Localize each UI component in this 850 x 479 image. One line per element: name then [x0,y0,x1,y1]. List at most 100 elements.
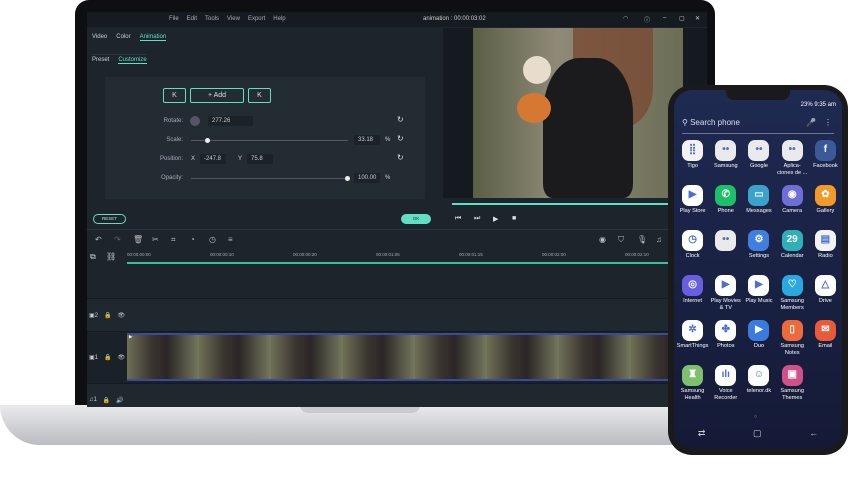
menu-export[interactable]: Export [248,16,265,22]
timeline-ruler[interactable]: 00:00:00:00 00:00:00:10 00:00:00:20 00:0… [127,250,707,264]
app-icon-email[interactable]: ✉ Email [809,320,842,357]
app-icon-duo[interactable]: ▶ Duo [742,320,775,357]
menu-tools[interactable]: Tools [205,16,219,22]
next-frame-icon[interactable]: ⏭ [474,215,480,223]
app-icon-facebook[interactable]: f Facebook [809,140,842,177]
play-icon[interactable]: ▶ [493,215,498,223]
opacity-input[interactable]: 100.00 [354,173,380,183]
minimize-icon[interactable]: – [663,15,666,21]
tab-color[interactable]: Color [116,34,130,41]
app-icon-smartthings[interactable]: ✲ SmartThings [676,320,709,357]
prev-keyframe-button[interactable]: K [163,88,186,103]
app-icon-google[interactable]: •• Google [742,140,775,177]
adjust-icon[interactable]: ≡ [228,235,233,244]
video-clip[interactable] [127,333,707,381]
app-icon-internet[interactable]: ◎ Internet [676,275,709,312]
back-button[interactable]: ← [809,428,818,439]
app-icon-samsung[interactable]: •• Samsung [709,140,742,177]
app-icon-play-store[interactable]: ▶ Play Store [676,185,709,222]
headset-icon[interactable]: ◠ [623,15,628,22]
undo-icon[interactable]: ↶ [95,235,102,244]
app-icon-samsung-notes[interactable]: ▯ Samsung Notes [776,320,809,357]
egg-sticker-orange [517,93,551,123]
next-keyframe-button[interactable]: K [248,88,271,103]
maximize-icon[interactable]: ▢ [679,15,685,22]
eye-icon[interactable]: 👁 [118,354,126,361]
opacity-slider[interactable] [191,176,350,181]
app-icon-messages[interactable]: ▭ Messages [742,185,775,222]
reset-position-icon[interactable]: ↻ [397,153,404,162]
search-phone-bar[interactable]: ⚲ Search phone 🎤 ⋮ [682,118,834,134]
position-x-input[interactable]: -247.8 [200,154,226,164]
delete-icon[interactable]: 🗑 [133,235,143,244]
mic-icon[interactable]: 🎤 [806,118,816,127]
lock-icon[interactable]: 🔒 [104,354,111,361]
app-icon-radio[interactable]: ▤ Radio [809,230,842,267]
tab-animation[interactable]: Animation [139,34,167,41]
app-icon-play-movies-tv[interactable]: ▶ Play Movies & TV [709,275,742,312]
crop-icon[interactable]: ⌗ [171,235,176,245]
render-icon[interactable]: ◉ [599,235,606,244]
opacity-slider-knob[interactable] [345,176,350,181]
reset-rotate-icon[interactable]: ↻ [397,115,404,124]
app-icon-samsung-themes[interactable]: ▣ Samsung Themes [776,365,809,402]
cut-icon[interactable]: ✂ [152,235,159,244]
speed-icon[interactable]: ◷ [209,235,216,244]
recent-apps-button[interactable]: ⇄ [698,428,706,439]
reset-scale-icon[interactable]: ↻ [397,134,404,143]
app-icon-photos[interactable]: ✤ Photos [709,320,742,357]
app-icon-samsung-members[interactable]: ♡ Samsung Members [776,275,809,312]
app-icon-play-music[interactable]: ▶ Play Music [742,275,775,312]
more-options-icon[interactable]: ⋮ [824,118,832,127]
color-icon[interactable]: ◔ [190,235,195,244]
stop-icon[interactable]: ■ [512,215,516,222]
volume-icon[interactable]: 🔊 [116,397,123,404]
lock-icon[interactable]: 🔒 [103,397,110,404]
tab-customize[interactable]: Customize [118,57,147,64]
app-label: Samsung Themes [780,388,805,401]
app-icon-folder[interactable]: •• [709,230,742,267]
info-icon[interactable]: ⓘ [644,15,650,24]
app-icon-drive[interactable]: △ Drive [809,275,842,312]
link-icon[interactable]: ⛓ [106,252,116,261]
reset-button[interactable]: RESET [93,214,126,224]
app-label: Gallery [816,208,835,214]
app-icon-telenor-dk[interactable]: ☺ telenor.dk [742,365,775,402]
app-icon-settings[interactable]: ⚙ Settings [742,230,775,267]
app-icon-tigo[interactable]: ⣿ Tigo [676,140,709,177]
home-button[interactable]: ▢ [753,428,762,439]
app-icon-camera[interactable]: ◉ Camera [776,185,809,222]
close-icon[interactable]: ✕ [695,15,700,22]
preview-seekbar[interactable] [452,203,702,205]
add-track-icon[interactable]: ⧉ [90,252,96,262]
rotate-input[interactable]: 277.26 [208,116,253,126]
rotate-dial[interactable] [190,116,200,126]
scale-slider-knob[interactable] [204,138,210,143]
audio-mix-icon[interactable]: ♫ [656,235,662,244]
menu-edit[interactable]: Edit [187,16,197,22]
menu-help[interactable]: Help [273,16,285,22]
add-keyframe-button[interactable]: + Add [190,88,244,103]
position-y-input[interactable]: 75.8 [247,154,273,164]
app-icon-phone[interactable]: ✆ Phone [709,185,742,222]
menu-view[interactable]: View [227,16,240,22]
app-icon-clock[interactable]: ◷ Clock [676,230,709,267]
scale-slider[interactable] [191,138,348,143]
app-icon-gallery[interactable]: ✿ Gallery [809,185,842,222]
app-label: Samsung Health [680,388,705,401]
app-icon-samsung-health[interactable]: ♜ Samsung Health [676,365,709,402]
app-icon-calendar[interactable]: 29 Calendar [776,230,809,267]
marker-icon[interactable]: ⛉ [618,235,624,245]
ok-button[interactable]: OK [401,214,431,224]
tab-video[interactable]: Video [92,34,107,41]
app-icon-aplica-ciones-de-[interactable]: •• Aplica-ciones de ... [776,140,809,177]
tab-preset[interactable]: Preset [92,57,109,64]
mic-icon[interactable]: 🎙 [637,235,647,244]
scale-input[interactable]: 33.18 [354,135,380,145]
app-icon-voice-recorder[interactable]: ılı Voice Recorder [709,365,742,402]
lock-icon[interactable]: 🔒 [104,312,111,319]
eye-icon[interactable]: 👁 [118,312,126,319]
menu-file[interactable]: File [169,16,179,22]
redo-icon[interactable]: ↷ [114,235,121,244]
prev-frame-icon[interactable]: ⏮ [455,215,461,223]
